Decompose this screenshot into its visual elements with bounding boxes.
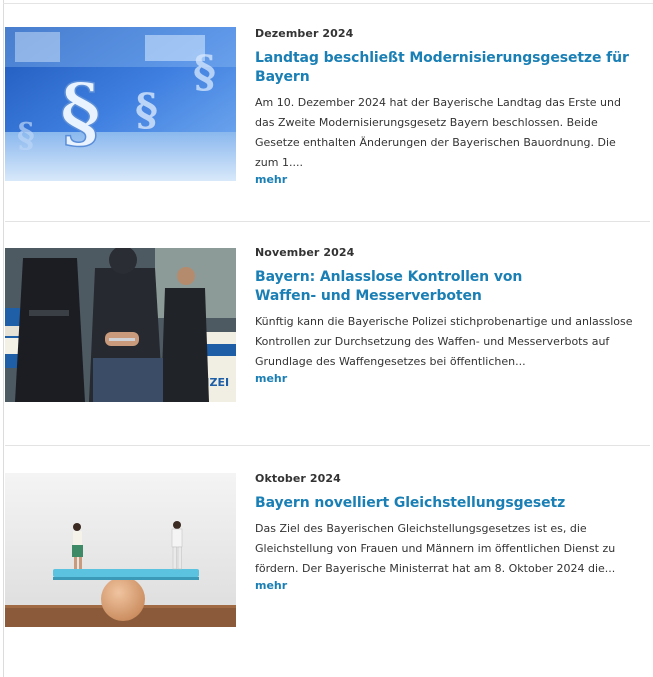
article-date: Oktober 2024	[255, 472, 341, 485]
seesaw-balance-image	[5, 473, 236, 627]
svg-text:§: §	[135, 85, 158, 136]
svg-text:§: §	[17, 116, 35, 156]
article-title-link[interactable]: Landtag beschließt Modernisierungsgesetz…	[255, 49, 640, 87]
article-title-link[interactable]: Bayern novelliert Gleichstellungsgesetz	[255, 494, 640, 513]
article-excerpt: Am 10. Dezember 2024 hat der Bayerische …	[255, 96, 621, 169]
news-item: Oktober 2024 Bayern novelliert Gleichste…	[5, 446, 650, 677]
article-image-link[interactable]: § § § §	[5, 27, 236, 181]
svg-text:§: §	[193, 47, 216, 98]
more-link[interactable]: mehr	[255, 579, 640, 593]
more-link[interactable]: mehr	[255, 372, 640, 386]
svg-text:§: §	[60, 67, 101, 158]
news-item: § § § § Dezember 2024 Landtag beschließt…	[5, 0, 650, 220]
article-date: Dezember 2024	[255, 27, 354, 40]
article-excerpt: Das Ziel des Bayerischen Gleichstellungs…	[255, 522, 616, 575]
article-image-link[interactable]: POLIZEI	[5, 248, 236, 402]
paragraph-sign-image: § § § §	[5, 27, 236, 181]
article-title-link[interactable]: Bayern: Anlasslose Kontrollen von Waffen…	[255, 268, 585, 306]
police-arrest-image: POLIZEI	[5, 248, 236, 402]
article-date: November 2024	[255, 246, 355, 259]
article-excerpt: Künftig kann die Bayerische Polizei stic…	[255, 315, 633, 368]
page-frame-left	[3, 0, 4, 677]
more-link[interactable]: mehr	[255, 173, 640, 187]
news-item: POLIZEI November 2024 Bayern: Anlasslose…	[5, 222, 650, 444]
article-image-link[interactable]	[5, 473, 236, 627]
